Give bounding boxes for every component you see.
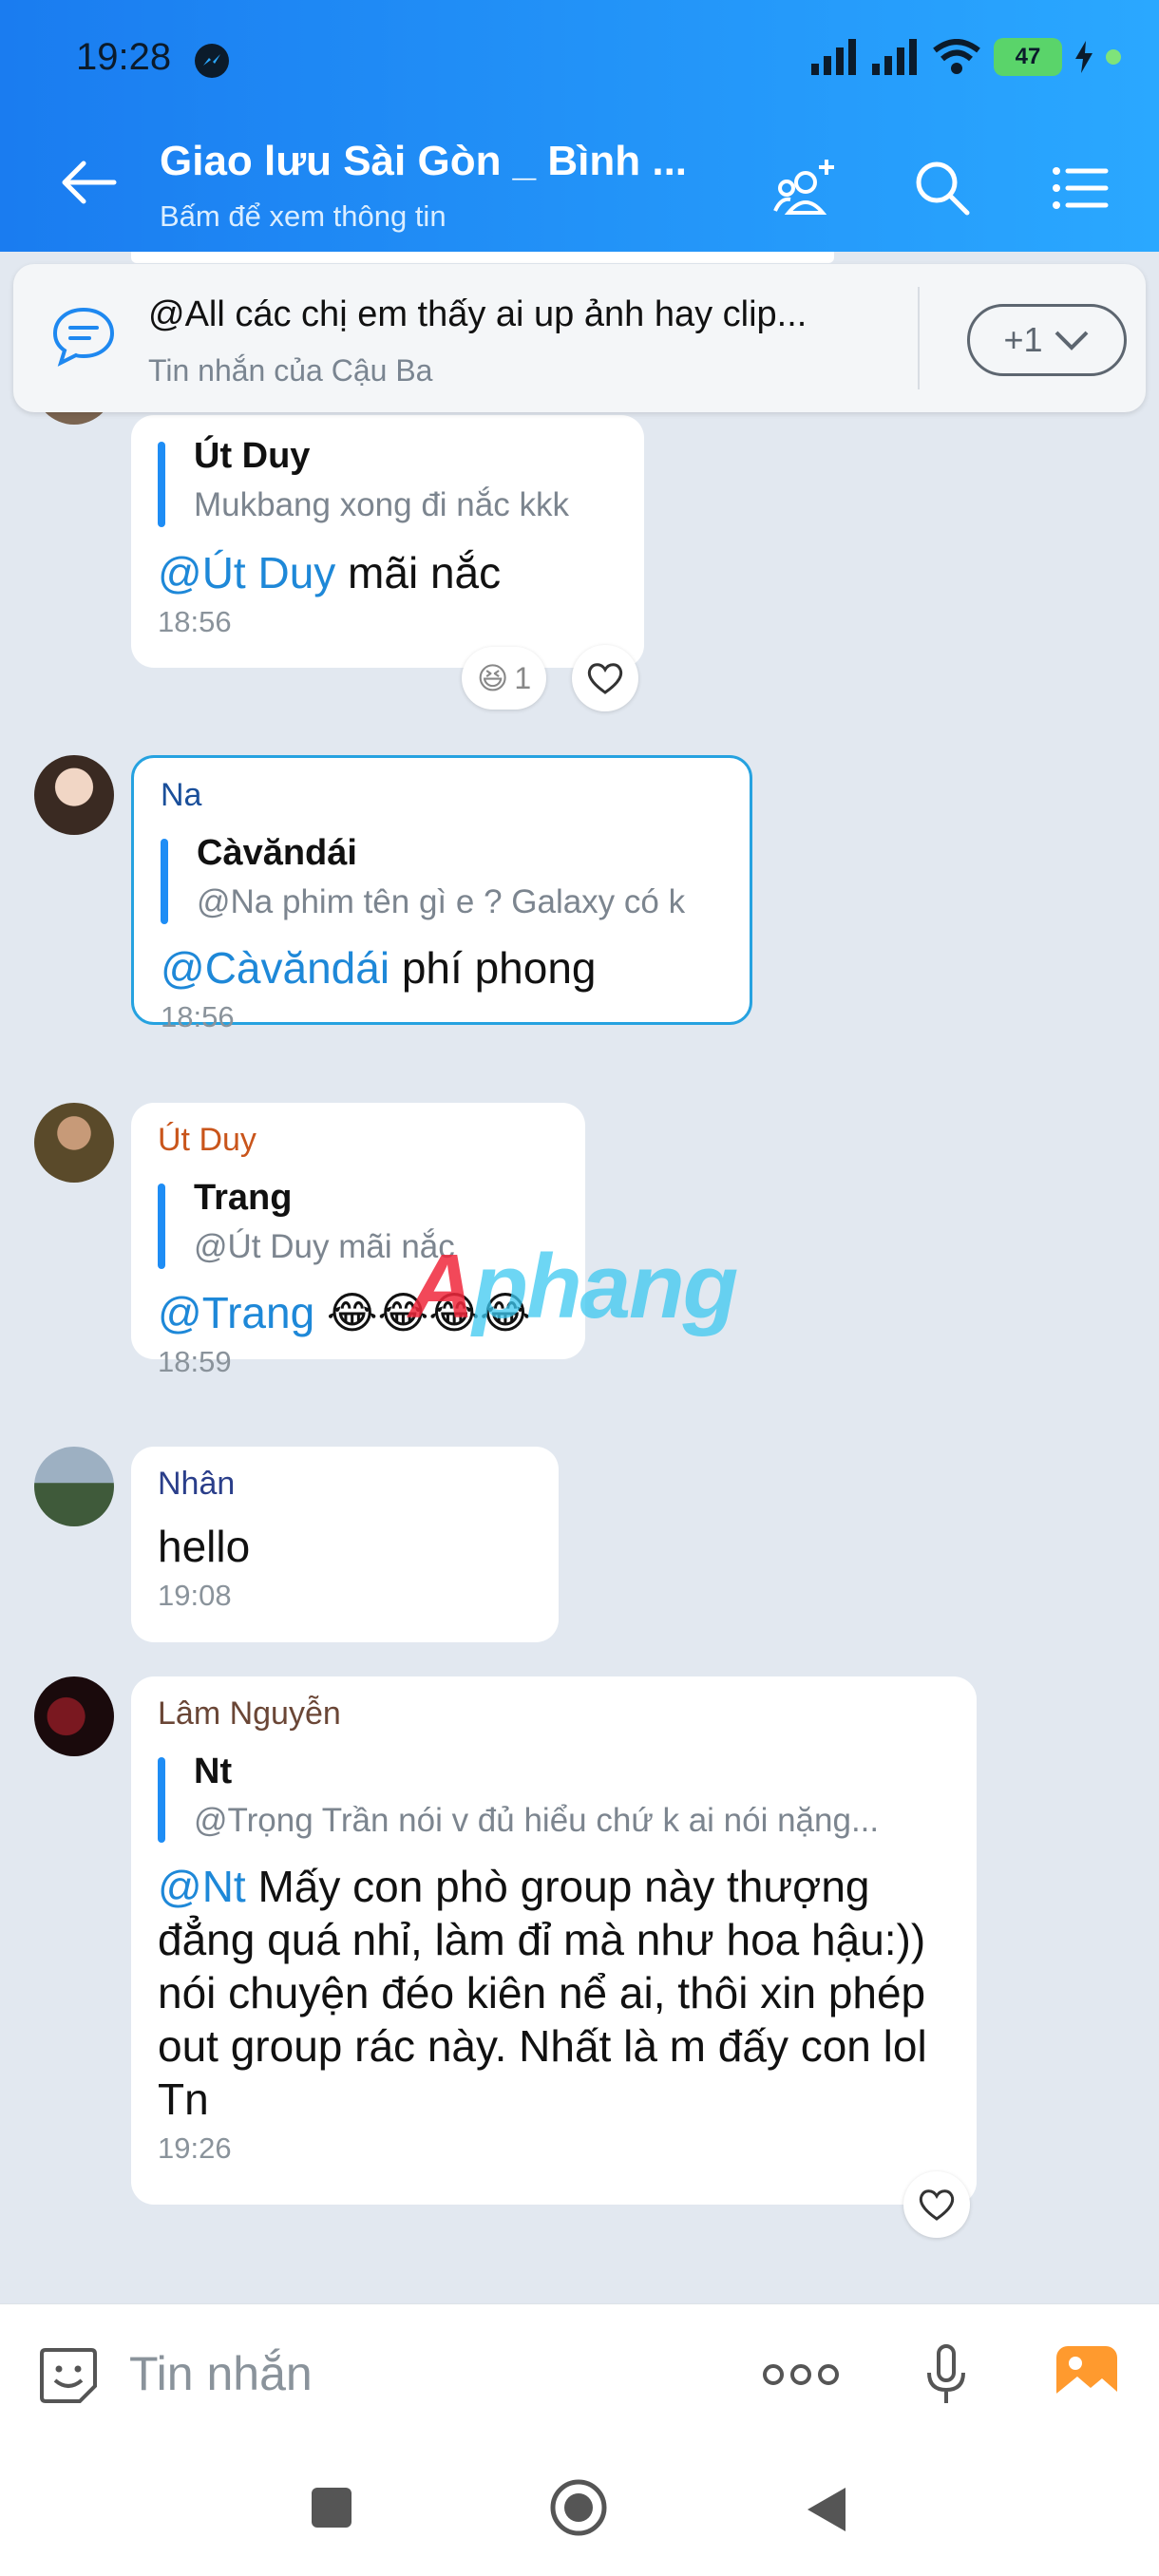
- pinned-more-button[interactable]: +1: [967, 304, 1127, 376]
- message-time: 18:56: [161, 1000, 235, 1033]
- wifi-icon: [933, 39, 980, 74]
- message-input-bar: Tin nhắn: [0, 2303, 1159, 2436]
- mention-link[interactable]: @Út Duy: [158, 548, 335, 597]
- message-body: phí phong: [390, 943, 597, 993]
- message-body: Mấy con phò group này thượng đẳng quá nh…: [158, 1862, 927, 2124]
- message-time: 19:26: [158, 2131, 232, 2165]
- signal-icon-2: [872, 39, 917, 75]
- avatar[interactable]: [34, 755, 114, 835]
- mention-link[interactable]: @Càvăndái: [161, 943, 390, 993]
- avatar[interactable]: [34, 1103, 114, 1183]
- quote-author: Út Duy: [194, 436, 311, 476]
- chat-header: 19:28 47 Giao lưu Sài Gòn _ Bình ... Bấm…: [0, 0, 1159, 252]
- chevron-down-icon: [1054, 331, 1088, 350]
- pinned-message-bar[interactable]: @All các chị em thấy ai up ảnh hay clip.…: [13, 264, 1146, 412]
- gallery-icon[interactable]: [1053, 2340, 1121, 2409]
- chat-messages[interactable]: Út Duy Mukbang xong đi nắc kkk @Út Duy m…: [0, 252, 1159, 2303]
- search-icon[interactable]: [908, 154, 977, 222]
- reaction-summary[interactable]: 😆 1: [462, 647, 547, 710]
- mention-link[interactable]: @Nt: [158, 1862, 246, 1911]
- system-navigation-bar: [0, 2436, 1159, 2576]
- more-options-icon[interactable]: [760, 2340, 842, 2409]
- pinned-message-author: Tin nhắn của Cậu Ba: [148, 353, 433, 388]
- quote-text: Mukbang xong đi nắc kkk: [194, 486, 569, 523]
- charging-icon: [1075, 41, 1092, 73]
- back-arrow-icon[interactable]: [59, 152, 120, 213]
- recent-apps-icon[interactable]: [310, 2486, 353, 2529]
- laugh-emoji-icon: 😆: [477, 661, 509, 695]
- signal-icon: [811, 39, 856, 75]
- quoted-reply[interactable]: Càvăndái @Na phim tên gì e ? Galaxy có k: [161, 833, 723, 930]
- status-time: 19:28: [76, 36, 172, 78]
- quote-author: Càvăndái: [197, 833, 357, 873]
- message-text: hello: [158, 1522, 251, 1571]
- quoted-reply[interactable]: Út Duy Mukbang xong đi nắc kkk: [158, 436, 618, 533]
- group-title[interactable]: Giao lưu Sài Gòn _ Bình ...: [160, 138, 692, 185]
- message-bubble[interactable]: Lâm Nguyễn Nt @Trọng Trần nói v đủ hiểu …: [131, 1676, 977, 2205]
- menu-list-icon[interactable]: [1045, 154, 1113, 222]
- quote-text: @Na phim tên gì e ? Galaxy có k: [197, 883, 686, 920]
- message-body: mãi nắc: [335, 548, 502, 597]
- pinned-message-text: @All các chị em thấy ai up ảnh hay clip.…: [148, 294, 808, 334]
- reaction-count: 1: [514, 660, 532, 695]
- message-time: 18:59: [158, 1345, 232, 1378]
- message-time: 18:56: [158, 605, 232, 638]
- sender-name[interactable]: Nhân: [158, 1466, 532, 1503]
- avatar[interactable]: [34, 1676, 114, 1756]
- sender-name[interactable]: Na: [161, 777, 723, 814]
- message-time: 19:08: [158, 1579, 232, 1612]
- battery-indicator: 47: [994, 38, 1062, 76]
- quoted-reply[interactable]: Nt @Trọng Trần nói v đủ hiểu chứ k ai nó…: [158, 1752, 950, 1848]
- home-icon[interactable]: [549, 2478, 608, 2537]
- partial-message: [131, 252, 834, 263]
- divider: [918, 287, 920, 389]
- status-dot: [1106, 49, 1121, 65]
- sender-name[interactable]: Út Duy: [158, 1122, 559, 1159]
- heart-icon: [919, 2189, 955, 2221]
- react-button[interactable]: [903, 2171, 970, 2238]
- status-indicators: 47: [811, 38, 1121, 76]
- heart-icon: [587, 663, 623, 694]
- watermark-logo: Aphang: [408, 1236, 738, 1337]
- add-member-icon[interactable]: [771, 154, 840, 222]
- message-text: @Càvăndái phí phong: [161, 941, 723, 994]
- group-subtitle[interactable]: Bấm để xem thông tin: [160, 199, 446, 234]
- mention-link[interactable]: @Trang: [158, 1288, 314, 1337]
- back-nav-icon[interactable]: [804, 2486, 847, 2533]
- pinned-more-count: +1: [1003, 320, 1043, 359]
- message-bubble[interactable]: Nhân hello 19:08: [131, 1447, 559, 1642]
- quote-author: Trang: [194, 1178, 293, 1218]
- message-bubble[interactable]: Út Duy Mukbang xong đi nắc kkk @Út Duy m…: [131, 415, 644, 668]
- sender-name[interactable]: Lâm Nguyễn: [158, 1695, 950, 1733]
- react-button[interactable]: [572, 645, 638, 711]
- quote-text: @Trọng Trần nói v đủ hiểu chứ k ai nói n…: [194, 1802, 880, 1839]
- microphone-icon[interactable]: [912, 2340, 980, 2409]
- pinned-message-icon: [52, 307, 115, 367]
- message-text: @Út Duy mãi nắc: [158, 546, 618, 599]
- message-text: @Nt Mấy con phò group này thượng đẳng qu…: [158, 1860, 956, 2126]
- quote-author: Nt: [194, 1752, 233, 1791]
- message-bubble[interactable]: Na Càvăndái @Na phim tên gì e ? Galaxy c…: [131, 755, 752, 1033]
- avatar[interactable]: [34, 1447, 114, 1526]
- sticker-icon[interactable]: [34, 2340, 103, 2409]
- messenger-notification-icon: [195, 44, 229, 78]
- message-input[interactable]: Tin nhắn: [129, 2346, 313, 2401]
